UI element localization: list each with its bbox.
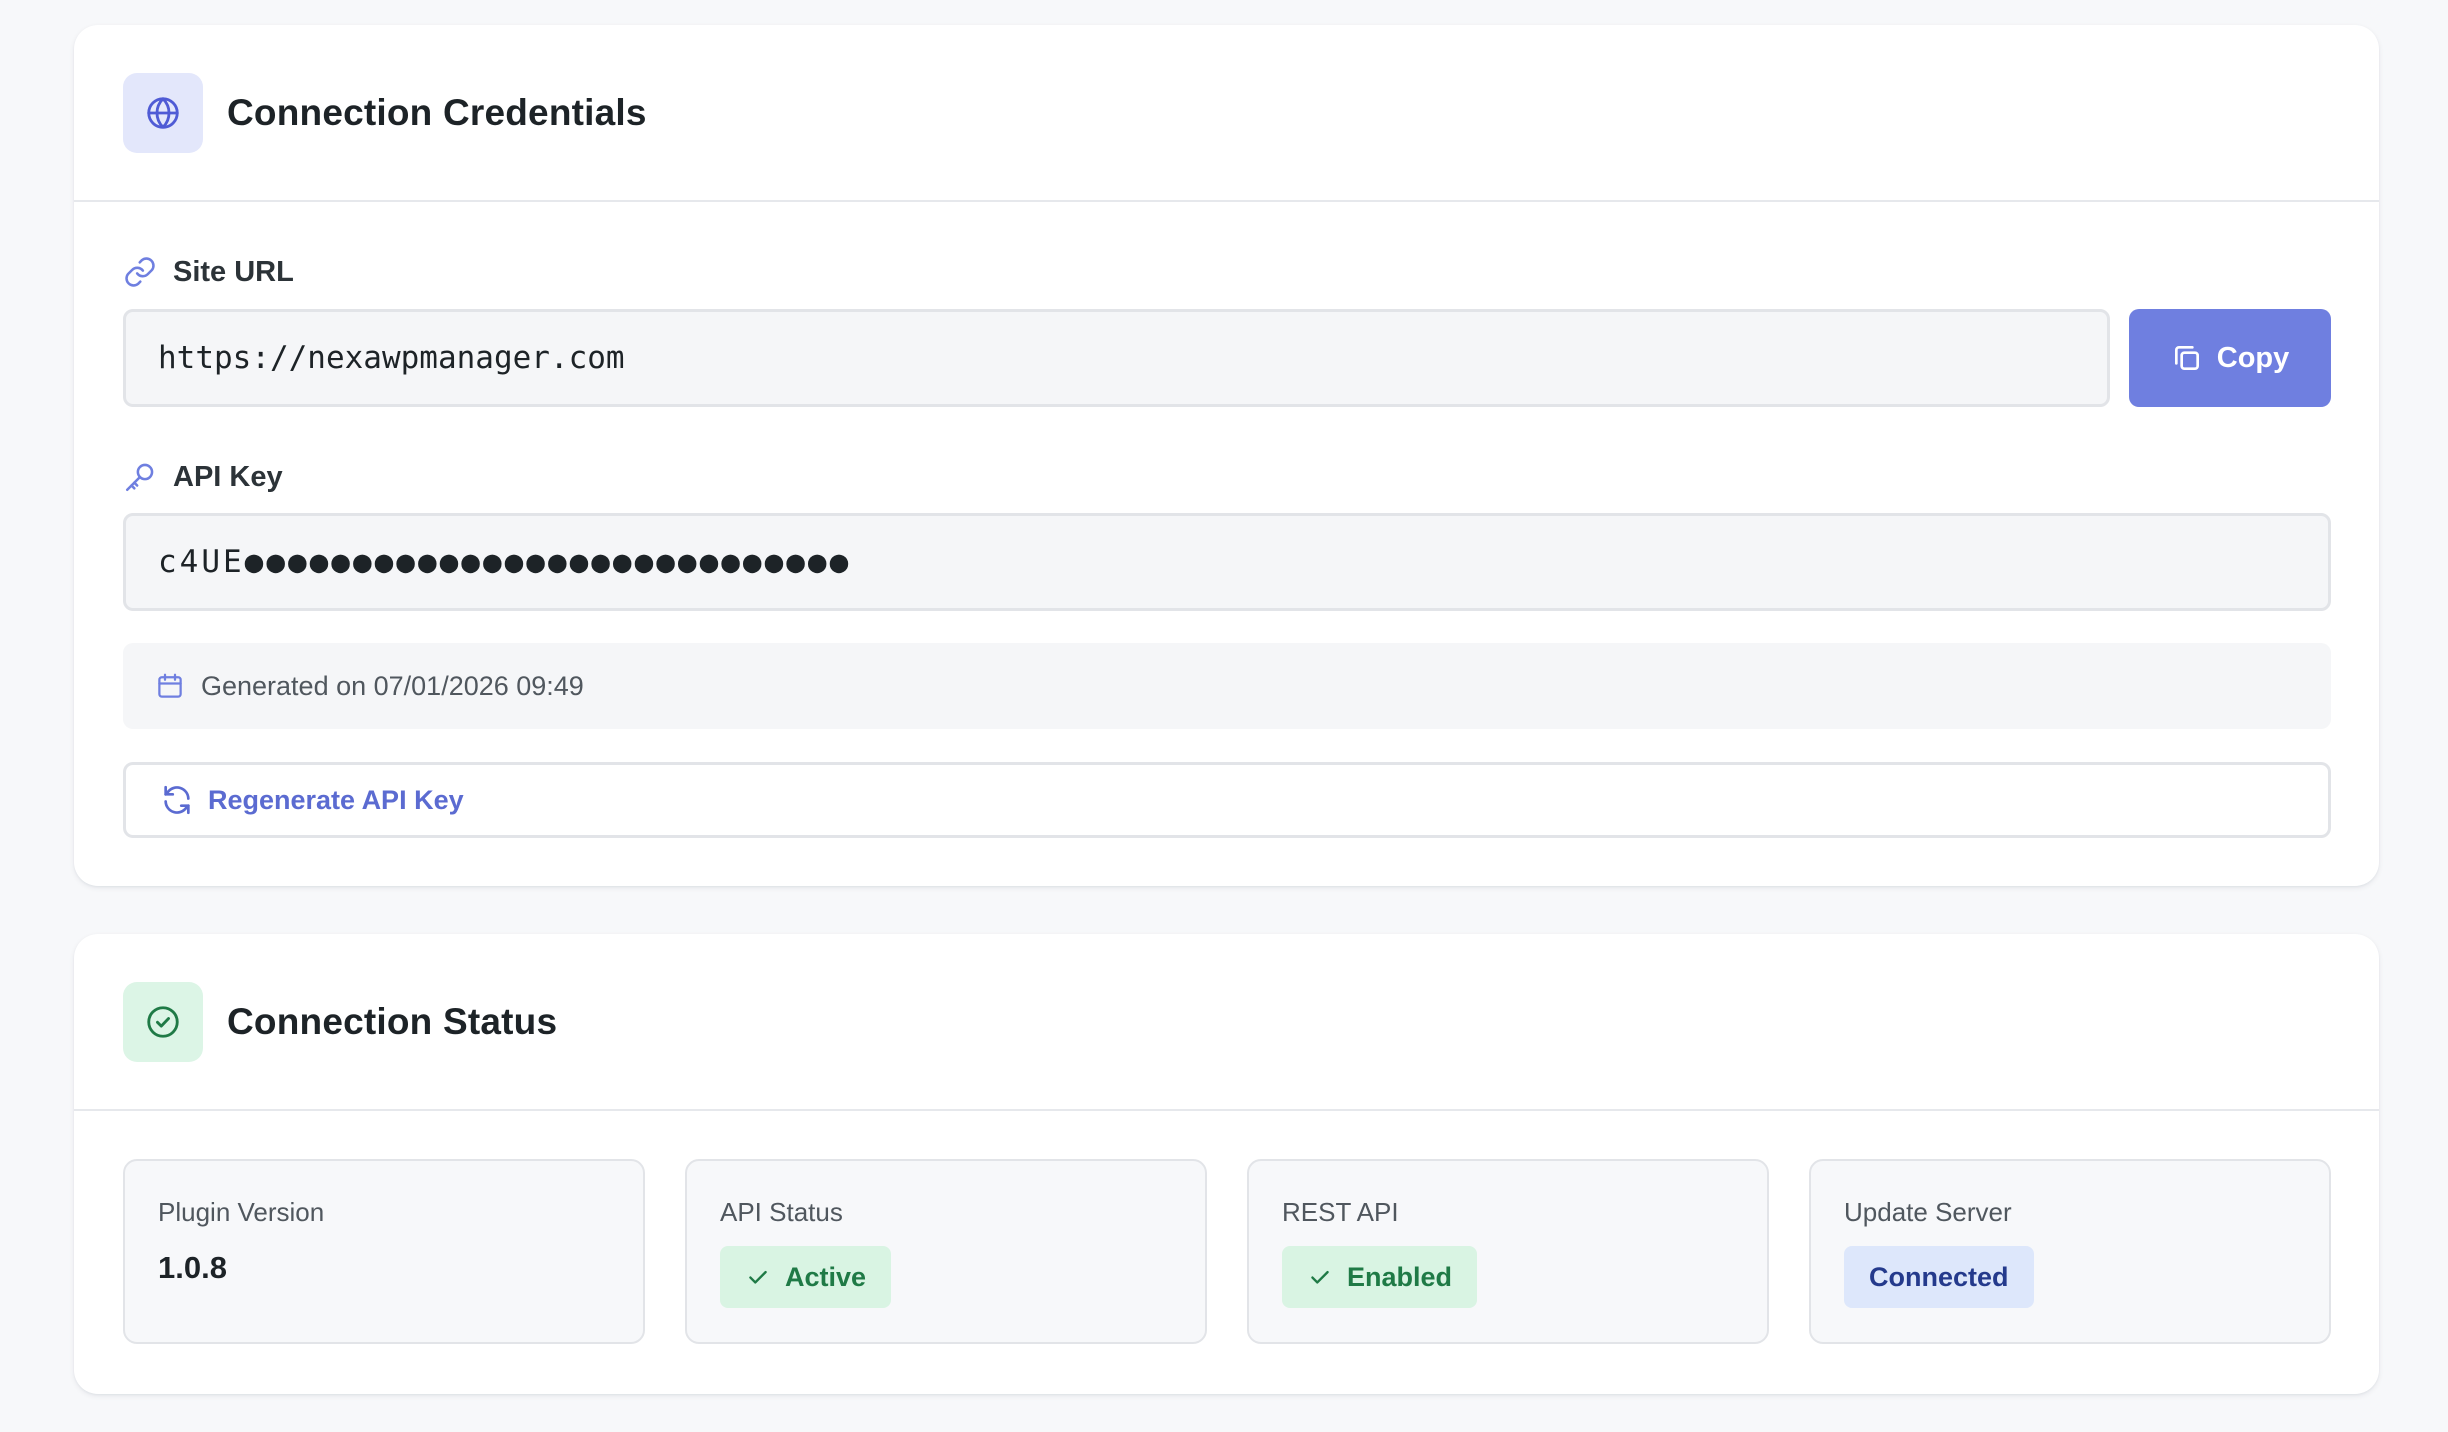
check-icon — [745, 1264, 771, 1290]
rest-api-label: REST API — [1282, 1197, 1399, 1227]
credentials-title: Connection Credentials — [227, 91, 647, 133]
generated-info: Generated on 07/01/2026 09:49 — [123, 643, 2331, 729]
globe-icon — [123, 72, 203, 153]
site-url-label: Site URL — [123, 255, 294, 289]
rest-api-value: Enabled — [1347, 1261, 1453, 1292]
site-url-field[interactable]: https://nexawpmanager.com — [123, 309, 2110, 407]
rest-api-box: REST API Enabled — [1247, 1159, 1769, 1344]
check-circle-icon — [123, 981, 203, 1062]
update-server-label: Update Server — [1844, 1197, 2012, 1227]
status-header: Connection Status — [74, 934, 2379, 1111]
link-icon — [123, 255, 157, 289]
credentials-header: Connection Credentials — [74, 25, 2379, 202]
api-key-label-text: API Key — [173, 460, 283, 493]
check-icon — [1307, 1264, 1333, 1290]
update-server-box: Update Server Connected — [1809, 1159, 2331, 1344]
update-server-value: Connected — [1869, 1261, 2009, 1292]
api-status-value: Active — [785, 1261, 867, 1292]
api-key-value: c4UE●●●●●●●●●●●●●●●●●●●●●●●●●●●● — [158, 544, 852, 580]
plugin-version-label: Plugin Version — [158, 1197, 325, 1227]
generated-text: Generated on 07/01/2026 09:49 — [201, 670, 584, 701]
rest-api-badge: Enabled — [1282, 1246, 1478, 1308]
calendar-icon — [155, 671, 185, 701]
api-key-field[interactable]: c4UE●●●●●●●●●●●●●●●●●●●●●●●●●●●● — [123, 513, 2331, 611]
copy-button-label: Copy — [2216, 341, 2290, 374]
connection-status-card: Connection Status Plugin Version 1.0.8 A… — [74, 934, 2379, 1394]
refresh-icon — [160, 783, 194, 817]
regenerate-label: Regenerate API Key — [208, 784, 464, 815]
site-url-label-text: Site URL — [173, 255, 294, 288]
site-url-value: https://nexawpmanager.com — [158, 340, 625, 376]
connection-credentials-card: Connection Credentials Site URL https://… — [74, 25, 2379, 886]
update-server-badge: Connected — [1844, 1246, 2034, 1308]
regenerate-api-key-button[interactable]: Regenerate API Key — [123, 762, 2331, 838]
key-icon — [123, 460, 157, 494]
api-status-label: API Status — [720, 1197, 843, 1227]
copy-button[interactable]: Copy — [2129, 309, 2331, 407]
api-status-badge: Active — [720, 1246, 892, 1308]
status-title: Connection Status — [227, 1000, 558, 1042]
api-status-box: API Status Active — [685, 1159, 1207, 1344]
copy-icon — [2171, 342, 2203, 374]
plugin-version-value: 1.0.8 — [158, 1250, 227, 1285]
plugin-version-box: Plugin Version 1.0.8 — [123, 1159, 645, 1344]
api-key-label: API Key — [123, 460, 283, 494]
